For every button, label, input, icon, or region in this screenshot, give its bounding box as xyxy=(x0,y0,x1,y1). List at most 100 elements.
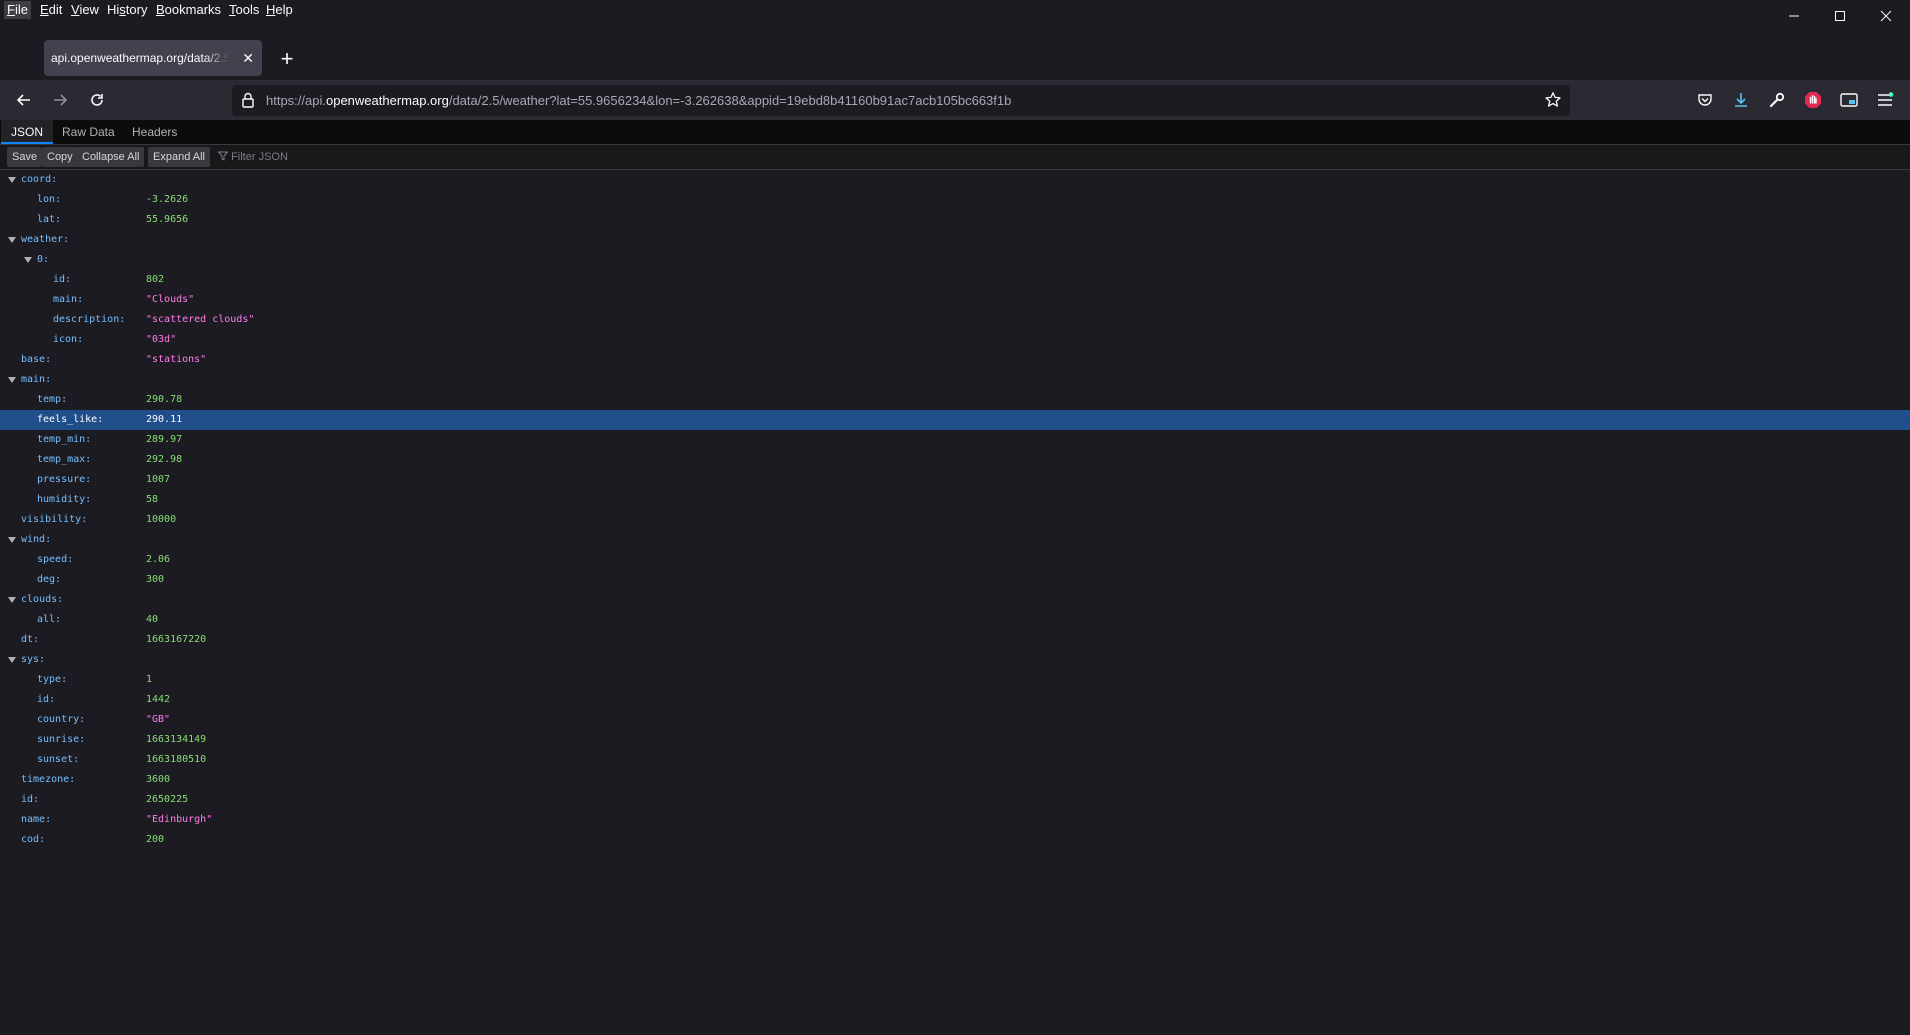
json-row[interactable]: deg: 300 xyxy=(0,570,1910,590)
json-row[interactable]: temp_max: 292.98 xyxy=(0,450,1910,470)
stop-hand-icon xyxy=(1805,92,1821,108)
json-key: dt: xyxy=(21,634,40,645)
expand-toggle-icon[interactable] xyxy=(8,377,16,383)
menu-label-part: tory xyxy=(125,2,148,17)
json-key: name: xyxy=(21,814,52,825)
expand-toggle-icon[interactable] xyxy=(24,257,32,263)
json-row[interactable]: temp: 290.78 xyxy=(0,390,1910,410)
json-row[interactable]: feels_like: 290.11 xyxy=(0,410,1910,430)
menu-history[interactable]: History xyxy=(104,1,150,19)
json-row[interactable]: sunrise: 1663134149 xyxy=(0,730,1910,750)
json-row[interactable]: sunset: 1663180510 xyxy=(0,750,1910,770)
json-row[interactable]: base: "stations" xyxy=(0,350,1910,370)
json-row[interactable]: sys: xyxy=(0,650,1910,670)
json-key: clouds: xyxy=(21,594,64,605)
json-row[interactable]: clouds: xyxy=(0,590,1910,610)
picture-in-picture-button[interactable] xyxy=(1835,86,1863,114)
json-value: 58 xyxy=(146,494,159,505)
menu-bookmarks[interactable]: Bookmarks xyxy=(153,1,224,19)
menu-accesskey: H xyxy=(266,2,276,17)
menu-edit[interactable]: Edit xyxy=(37,1,65,19)
json-row[interactable]: lon: -3.2626 xyxy=(0,190,1910,210)
developer-tools-button[interactable] xyxy=(1763,86,1791,114)
json-row[interactable]: type: 1 xyxy=(0,670,1910,690)
tab-json[interactable]: JSON xyxy=(1,120,54,144)
tab-headers[interactable]: Headers xyxy=(122,120,187,144)
extension-button[interactable] xyxy=(1799,86,1827,114)
json-row[interactable]: main: "Clouds" xyxy=(0,290,1910,310)
json-row[interactable]: cod: 200 xyxy=(0,830,1910,850)
json-row[interactable]: temp_min: 289.97 xyxy=(0,430,1910,450)
json-key: speed: xyxy=(37,554,74,565)
tab-raw-data[interactable]: Raw Data xyxy=(52,120,125,144)
json-value: 1 xyxy=(146,674,153,685)
json-row[interactable]: name: "Edinburgh" xyxy=(0,810,1910,830)
menu-accesskey: F xyxy=(7,2,15,17)
json-row[interactable]: lat: 55.9656 xyxy=(0,210,1910,230)
json-row[interactable]: visibility: 10000 xyxy=(0,510,1910,530)
address-bar[interactable]: https://api.openweathermap.org/data/2.5/… xyxy=(232,85,1570,116)
menu-tools[interactable]: Tools xyxy=(226,1,262,19)
json-key: temp: xyxy=(37,394,68,405)
json-row[interactable]: humidity: 58 xyxy=(0,490,1910,510)
reload-button[interactable] xyxy=(83,86,111,114)
json-row[interactable]: coord: xyxy=(0,170,1910,190)
wrench-icon xyxy=(1769,92,1785,108)
json-row[interactable]: dt: 1663167220 xyxy=(0,630,1910,650)
tab-close-icon[interactable]: ✕ xyxy=(242,40,254,76)
forward-arrow-icon xyxy=(54,94,68,106)
json-row[interactable]: speed: 2.06 xyxy=(0,550,1910,570)
downloads-button[interactable] xyxy=(1727,86,1755,114)
new-tab-button[interactable]: + xyxy=(274,46,300,72)
app-menu-button[interactable] xyxy=(1871,86,1899,114)
json-row[interactable]: icon: "03d" xyxy=(0,330,1910,350)
pocket-button[interactable] xyxy=(1691,86,1719,114)
json-row[interactable]: country: "GB" xyxy=(0,710,1910,730)
json-value: 3600 xyxy=(146,774,171,785)
json-row[interactable]: timezone: 3600 xyxy=(0,770,1910,790)
json-row[interactable]: id: 802 xyxy=(0,270,1910,290)
back-button[interactable] xyxy=(10,86,38,114)
filter-json-input[interactable]: Filter JSON xyxy=(217,147,288,167)
json-row[interactable]: weather: xyxy=(0,230,1910,250)
bookmark-star-icon[interactable] xyxy=(1544,91,1562,109)
menu-view[interactable]: View xyxy=(68,1,102,19)
expand-toggle-icon[interactable] xyxy=(8,237,16,243)
filter-icon xyxy=(217,151,229,161)
menu-label-part: iew xyxy=(79,2,99,17)
expand-all-button[interactable]: Expand All xyxy=(148,147,210,167)
browser-tab[interactable]: api.openweathermap.org/data/2.5/weather?… xyxy=(44,40,262,76)
json-row[interactable]: id: 2650225 xyxy=(0,790,1910,810)
forward-button[interactable] xyxy=(46,86,74,114)
collapse-all-button[interactable]: Collapse All xyxy=(77,147,145,167)
menu-help[interactable]: Help xyxy=(263,1,296,19)
filter-placeholder: Filter JSON xyxy=(231,151,288,163)
expand-toggle-icon[interactable] xyxy=(8,177,16,183)
json-value: 300 xyxy=(146,574,165,585)
json-row[interactable]: id: 1442 xyxy=(0,690,1910,710)
hamburger-menu-icon xyxy=(1878,92,1894,106)
json-row[interactable]: wind: xyxy=(0,530,1910,550)
tab-title: api.openweathermap.org/data/2.5/weather?… xyxy=(51,40,229,76)
save-button[interactable]: Save xyxy=(7,147,43,167)
url-text[interactable]: https://api.openweathermap.org/data/2.5/… xyxy=(266,85,1011,116)
json-value: 290.11 xyxy=(146,414,183,425)
json-key: temp_max: xyxy=(37,454,92,465)
json-row[interactable]: main: xyxy=(0,370,1910,390)
json-row[interactable]: 0: xyxy=(0,250,1910,270)
json-value: 1663134149 xyxy=(146,734,207,745)
json-row[interactable]: all: 40 xyxy=(0,610,1910,630)
menu-label-part: ile xyxy=(14,2,28,17)
copy-button[interactable]: Copy xyxy=(42,147,78,167)
menu-file[interactable]: File xyxy=(4,1,31,19)
json-toolbar: Save Copy Collapse All Expand All Filter… xyxy=(0,145,1910,170)
json-key: lon: xyxy=(37,194,62,205)
lock-icon[interactable] xyxy=(240,91,256,109)
expand-toggle-icon[interactable] xyxy=(8,657,16,663)
json-row[interactable]: description: "scattered clouds" xyxy=(0,310,1910,330)
json-key: coord: xyxy=(21,174,58,185)
json-key: feels_like: xyxy=(37,414,104,425)
expand-toggle-icon[interactable] xyxy=(8,537,16,543)
expand-toggle-icon[interactable] xyxy=(8,597,16,603)
json-row[interactable]: pressure: 1007 xyxy=(0,470,1910,490)
